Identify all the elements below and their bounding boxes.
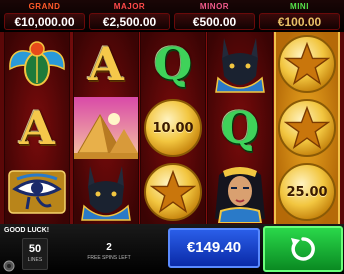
jackpot-minor: MINOR €500.00	[174, 2, 255, 30]
jackpot-mini-value: €100.00	[259, 13, 340, 30]
credit-display: €149.40	[168, 228, 260, 268]
anubis-icon	[215, 38, 265, 93]
coin-value-10: 10.00	[144, 99, 202, 157]
settings-icon[interactable]	[3, 260, 15, 272]
reel-1: A	[4, 32, 70, 224]
eye-of-horus-icon	[8, 170, 66, 214]
cleopatra-icon	[215, 167, 265, 223]
spin-arrow-icon	[291, 237, 315, 261]
lines-value: 50	[28, 243, 42, 255]
lines-label: LINES	[27, 257, 43, 263]
letter-q-symbol: Q	[141, 32, 205, 96]
jackpot-major-label: MAJOR	[113, 2, 146, 11]
coin-value-25: 25.00	[278, 163, 336, 221]
letter-q: Q	[220, 102, 260, 154]
cleopatra-symbol	[208, 160, 272, 224]
jackpot-mini: MINI €100.00	[259, 2, 340, 30]
scarab-icon	[9, 41, 65, 86]
jackpot-mini-label: MINI	[290, 2, 309, 11]
coin-value: 10.00	[152, 120, 194, 136]
star-coin	[278, 99, 336, 157]
star-coin	[278, 35, 336, 93]
lines-box[interactable]: 50 LINES	[22, 238, 48, 270]
star-coin-symbol	[276, 32, 338, 96]
jackpot-major: MAJOR €2,500.00	[89, 2, 170, 30]
credit-value: €149.40	[186, 239, 242, 256]
letter-q: Q	[153, 38, 193, 90]
reel-2: A	[73, 32, 139, 224]
coin-symbol: 10.00	[141, 96, 205, 160]
reel-5: 25.00	[274, 32, 340, 224]
star-icon	[284, 105, 330, 150]
letter-a-symbol: A	[5, 96, 69, 160]
reel-4: Q	[207, 32, 273, 224]
spin-button[interactable]	[263, 226, 343, 272]
free-spins-value: 2	[106, 242, 112, 253]
star-coin	[144, 163, 202, 221]
star-coin-symbol	[276, 96, 338, 160]
jackpot-bar: GRAND €10,000.00 MAJOR €2,500.00 MINOR €…	[0, 0, 344, 32]
letter-a: A	[19, 101, 55, 155]
letter-a: A	[88, 37, 124, 91]
coin-symbol: 25.00	[276, 160, 338, 224]
scarab-symbol	[5, 32, 69, 96]
pyramids-symbol	[74, 96, 138, 160]
letter-q-symbol: Q	[208, 96, 272, 160]
jackpot-grand: GRAND €10,000.00	[4, 2, 85, 30]
jackpot-minor-value: €500.00	[174, 13, 255, 30]
jackpot-grand-label: GRAND	[28, 2, 61, 11]
status-message: GOOD LUCK!	[4, 227, 50, 234]
anubis-icon	[81, 166, 131, 221]
eye-of-horus-symbol	[5, 160, 69, 224]
anubis-symbol	[208, 32, 272, 96]
anubis-symbol	[74, 160, 138, 224]
free-spins-box: 2 FREE SPINS LEFT	[54, 238, 164, 270]
coin-value: 25.00	[286, 184, 328, 200]
star-icon	[150, 169, 196, 214]
star-coin-symbol	[141, 160, 205, 224]
letter-a-symbol: A	[74, 32, 138, 96]
free-spins-label: FREE SPINS LEFT	[87, 255, 131, 261]
star-icon	[284, 41, 330, 86]
reel-frame: A A Q 10.00 Q 25.00	[0, 32, 344, 224]
pyramids-icon	[74, 97, 138, 159]
jackpot-minor-label: MINOR	[199, 2, 230, 11]
jackpot-grand-value: €10,000.00	[4, 13, 85, 30]
jackpot-major-value: €2,500.00	[89, 13, 170, 30]
reel-3: Q 10.00	[140, 32, 206, 224]
